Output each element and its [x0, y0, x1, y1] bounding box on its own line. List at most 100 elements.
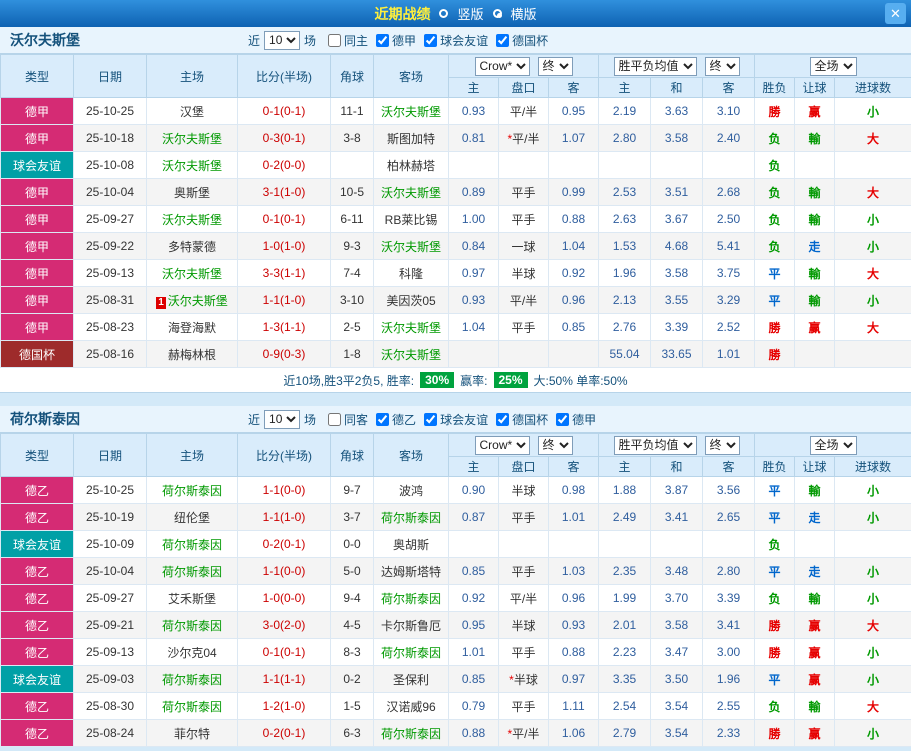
home-team-cell: 沙尔克04 [146, 638, 238, 666]
scope-header: 全场 [754, 433, 911, 457]
eu-draw-odds-cell: 3.58 [650, 611, 703, 639]
filter-item[interactable]: 德国杯 [496, 32, 548, 49]
col-handicap: 让球 [794, 77, 836, 98]
matches-tbody: 德乙 25-10-25 荷尔斯泰因 1-1(0-0) 9-7 波鸿 0.90 半球 0.98 1.… [0, 476, 911, 747]
league-cell: 球会友谊 [0, 151, 74, 179]
europe-final-select[interactable]: 终 [704, 56, 740, 76]
horizontal-layout-label: 横版 [510, 7, 537, 22]
horizontal-layout-radio[interactable] [492, 9, 502, 18]
away-team-name: 科隆 [398, 266, 423, 281]
filter-item[interactable]: 德乙 [376, 411, 416, 428]
filter-item[interactable]: 德甲 [376, 32, 416, 49]
home-team-name: 赫梅林根 [167, 347, 216, 362]
scope-select[interactable]: 全场 [809, 435, 857, 455]
filter-item[interactable]: 德国杯 [496, 411, 548, 428]
score-cell: 1-1(0-0) [237, 476, 331, 504]
filter-checkbox[interactable] [496, 412, 510, 426]
goals-result-cell: 小 [834, 205, 911, 233]
home-team-cell: 奥斯堡 [146, 178, 238, 206]
filter-checkbox[interactable] [496, 33, 510, 47]
away-team-name: 沃尔夫斯堡 [380, 239, 441, 254]
match-row: 德乙 25-08-30 荷尔斯泰因 1-2(1-0) 1-5 汉诺威96 0.79 平手 1.1… [0, 692, 911, 720]
eu-draw-odds-cell: 3.58 [650, 259, 703, 287]
odds-company-select[interactable]: Crow* [474, 435, 530, 455]
scope-select[interactable]: 全场 [809, 56, 857, 76]
filter-item[interactable]: 同客 [328, 411, 368, 428]
eu-draw-odds-cell: 3.63 [650, 97, 703, 125]
match-row: 德乙 25-10-04 荷尔斯泰因 1-1(0-0) 5-0 达姆斯塔特 0.85 平手 1.0… [0, 557, 911, 585]
result-cell: 负 [754, 232, 796, 260]
eu-away-odds-cell: 3.00 [701, 638, 756, 666]
col-corner: 角球 [330, 54, 374, 98]
goals-result-cell: 小 [834, 286, 911, 314]
filter-label: 同客 [344, 412, 369, 427]
eu-away-odds-cell: 2.50 [701, 205, 756, 233]
col-asia-home: 主 [448, 77, 499, 98]
filter-checkbox[interactable] [376, 412, 390, 426]
handicap-result-cell: 輸 [794, 178, 836, 206]
eu-away-odds-cell: 2.52 [701, 313, 756, 341]
asia-home-odds-cell: 0.95 [448, 611, 499, 639]
wdl-average-select[interactable]: 胜平负均值 [613, 56, 697, 76]
europe-final-select[interactable]: 终 [704, 435, 740, 455]
asia-odds-header: Crow* 终 [448, 433, 599, 457]
filter-checkbox[interactable] [376, 33, 390, 47]
handicap-result-cell: 赢 [794, 313, 836, 341]
result-cell: 平 [754, 286, 796, 314]
home-team-cell: 沃尔夫斯堡 [146, 205, 238, 233]
filter-item[interactable]: 球会友谊 [424, 411, 488, 428]
eu-away-odds-cell: 3.29 [701, 286, 756, 314]
handicap-result-cell: 赢 [794, 97, 836, 125]
col-asia-away: 客 [548, 77, 599, 98]
away-team-name: 达姆斯塔特 [380, 564, 441, 579]
asia-odds-header: Crow* 终 [448, 54, 599, 78]
filter-checkbox[interactable] [328, 412, 342, 426]
handicap-result-cell [794, 151, 836, 179]
result-cell: 平 [754, 665, 796, 693]
handicap-result-cell: 輸 [794, 692, 836, 720]
asia-away-odds-cell: 1.04 [548, 232, 599, 260]
handicap-result-cell: 赢 [794, 719, 836, 747]
filter-item[interactable]: 德甲 [556, 411, 596, 428]
asia-final-select[interactable]: 终 [537, 56, 573, 76]
asia-final-select[interactable]: 终 [537, 435, 573, 455]
league-cell: 德乙 [0, 584, 74, 612]
league-cell: 球会友谊 [0, 530, 74, 558]
match-count-select[interactable]: 10 [264, 409, 301, 429]
filter-checkbox[interactable] [424, 412, 438, 426]
away-team-cell: 沃尔夫斯堡 [373, 97, 449, 125]
away-team-cell: 沃尔夫斯堡 [373, 232, 449, 260]
away-team-cell: 荷尔斯泰因 [373, 719, 449, 747]
home-team-name: 沃尔夫斯堡 [161, 158, 222, 173]
filter-checkbox[interactable] [424, 33, 438, 47]
asia-handicap-cell: 一球 [498, 232, 549, 260]
odds-company-select[interactable]: Crow* [474, 56, 530, 76]
league-cell: 德甲 [0, 313, 74, 341]
filter-checkbox[interactable] [556, 412, 570, 426]
match-row: 德乙 25-09-27 艾禾斯堡 1-0(0-0) 9-4 荷尔斯泰因 0.92 平/半 0.9… [0, 584, 911, 612]
asia-away-odds-cell: 1.11 [548, 692, 599, 720]
goals-result-cell: 小 [834, 584, 911, 612]
match-row: 德甲 25-10-04 奥斯堡 3-1(1-0) 10-5 沃尔夫斯堡 0.89 平手 0.99… [0, 178, 911, 206]
home-team-cell: 荷尔斯泰因 [146, 476, 238, 504]
match-row: 球会友谊 25-10-08 沃尔夫斯堡 0-2(0-0) 柏林赫塔 负 [0, 151, 911, 179]
date-cell: 25-10-25 [73, 476, 147, 504]
filter-label: 德国杯 [512, 412, 549, 427]
date-cell: 25-09-27 [73, 205, 147, 233]
filter-item[interactable]: 同主 [328, 32, 368, 49]
corner-cell: 9-4 [330, 584, 374, 612]
filter-item[interactable]: 球会友谊 [424, 32, 488, 49]
date-cell: 25-09-13 [73, 259, 147, 287]
close-icon[interactable]: ✕ [885, 3, 906, 24]
handicap-result-cell: 赢 [794, 638, 836, 666]
match-count-select[interactable]: 10 [264, 30, 301, 50]
corner-cell: 9-3 [330, 232, 374, 260]
vertical-layout-radio[interactable] [439, 9, 449, 18]
filter-checkbox[interactable] [328, 33, 342, 47]
league-cell: 球会友谊 [0, 665, 74, 693]
away-team-name: 奥胡斯 [392, 537, 429, 552]
asia-away-odds-cell: 0.88 [548, 205, 599, 233]
eu-away-odds-cell: 2.68 [701, 178, 756, 206]
home-team-name: 沃尔夫斯堡 [161, 131, 222, 146]
wdl-average-select[interactable]: 胜平负均值 [613, 435, 697, 455]
